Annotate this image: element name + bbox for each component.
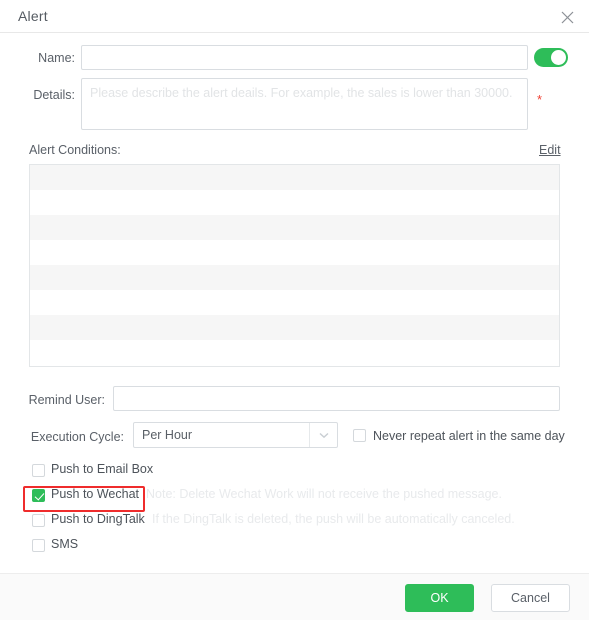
never-repeat-checkbox[interactable] — [353, 429, 366, 442]
remind-user-label: Remind User: — [28, 393, 105, 407]
execution-cycle-label: Execution Cycle: — [30, 430, 124, 444]
alert-conditions-edit-link[interactable]: Edit — [539, 143, 561, 157]
push-option-note: Note: Delete Wechat Work will not receiv… — [146, 487, 502, 501]
details-required-marker: * — [537, 92, 543, 107]
cancel-button[interactable]: Cancel — [491, 584, 570, 612]
push-option-note: If the DingTalk is deleted, the push wil… — [152, 512, 515, 526]
dialog-titlebar: Alert — [0, 0, 589, 33]
dialog-title: Alert — [18, 8, 48, 24]
alert-conditions-label: Alert Conditions: — [29, 143, 121, 157]
execution-cycle-value: Per Hour — [142, 428, 193, 442]
alert-conditions-table[interactable] — [29, 164, 560, 367]
chevron-down-icon[interactable] — [309, 423, 337, 447]
alert-condition-row — [30, 215, 559, 240]
alert-condition-row — [30, 315, 559, 340]
push-option-checkbox[interactable] — [32, 539, 45, 552]
execution-cycle-select[interactable]: Per Hour — [133, 422, 338, 448]
push-option-checkbox[interactable] — [32, 514, 45, 527]
name-input[interactable] — [81, 45, 528, 70]
alert-condition-row — [30, 240, 559, 265]
details-label: Details: — [33, 88, 75, 102]
push-option-checkbox[interactable] — [32, 489, 45, 502]
toggle-knob — [551, 50, 566, 65]
alert-enable-toggle[interactable] — [534, 48, 568, 67]
details-textarea[interactable] — [81, 78, 528, 130]
ok-button[interactable]: OK — [405, 584, 474, 612]
alert-conditions-rows — [30, 165, 559, 365]
alert-dialog: Alert Name: Details: * Alert Conditions:… — [0, 0, 589, 620]
dialog-footer: OK Cancel — [0, 573, 589, 620]
dialog-body: Name: Details: * Alert Conditions: Edit … — [0, 33, 589, 573]
alert-condition-row — [30, 340, 559, 365]
alert-condition-row — [30, 190, 559, 215]
alert-condition-row — [30, 165, 559, 190]
alert-condition-row — [30, 290, 559, 315]
push-option-label[interactable]: SMS — [51, 537, 78, 551]
push-option-checkbox[interactable] — [32, 464, 45, 477]
alert-condition-row — [30, 265, 559, 290]
push-option-label[interactable]: Push to Email Box — [51, 462, 153, 476]
push-option-label[interactable]: Push to DingTalk — [51, 512, 145, 526]
push-option-label[interactable]: Push to Wechat — [51, 487, 139, 501]
remind-user-input[interactable] — [113, 386, 560, 411]
close-icon[interactable] — [555, 5, 579, 29]
never-repeat-label[interactable]: Never repeat alert in the same day — [373, 429, 565, 443]
name-label: Name: — [38, 51, 75, 65]
